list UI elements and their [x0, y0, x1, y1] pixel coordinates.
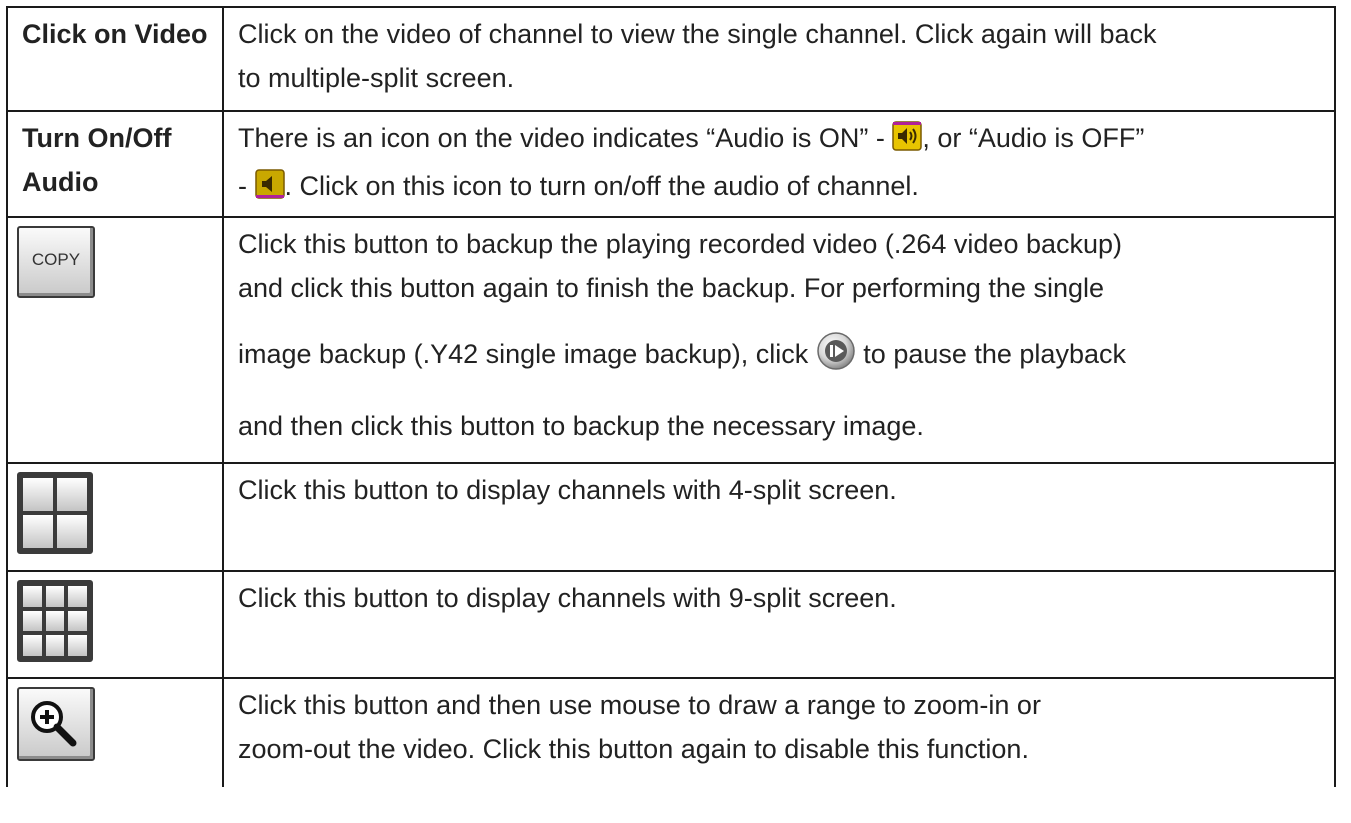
description-cell: Click this button and then use mouse to … [222, 677, 1336, 787]
description-line: zoom-out the video. Click this button ag… [238, 734, 1029, 764]
term-cell: Turn On/Off Audio [6, 110, 224, 218]
table-row: Click on Video Click on the video of cha… [6, 6, 1336, 112]
button-cell [6, 462, 224, 572]
speaker-off-icon [254, 168, 285, 212]
table-row: COPY Click this button to backup the pla… [6, 216, 1336, 464]
term-turn-on-off-audio: Turn On/Off Audio [22, 123, 172, 197]
description-cell: Click this button to backup the playing … [222, 216, 1336, 464]
copy-button[interactable]: COPY [17, 226, 95, 298]
description-text: image backup (.Y42 single image backup),… [238, 339, 816, 369]
document-page: Click on Video Click on the video of cha… [0, 0, 1351, 823]
term-cell: Click on Video [6, 6, 224, 112]
description-line: and then click this button to backup the… [238, 411, 924, 441]
description-line: Click this button to display channels wi… [238, 475, 897, 505]
description-cell: Click this button to display channels wi… [222, 462, 1336, 572]
description-line: Click this button and then use mouse to … [238, 690, 1041, 720]
description-line: to multiple-split screen. [238, 63, 515, 93]
button-cell: COPY [6, 216, 224, 464]
description-line: image backup (.Y42 single image backup),… [238, 322, 1320, 394]
description-text: , or “Audio is OFF” [922, 123, 1145, 153]
four-split-icon[interactable] [17, 472, 93, 554]
button-cell [6, 677, 224, 787]
description-line: - . Click on this icon to turn on/off th… [238, 164, 1320, 212]
description-line: Click this button to display channels wi… [238, 583, 897, 613]
description-text: - [238, 171, 255, 201]
description-cell: Click on the video of channel to view th… [222, 6, 1336, 112]
zoom-in-icon[interactable] [17, 687, 95, 761]
term-click-on-video: Click on Video [22, 19, 208, 49]
table-row: Click this button to display channels wi… [6, 462, 1336, 572]
description-text: . Click on this icon to turn on/off the … [284, 171, 919, 201]
table-row: Turn On/Off Audio There is an icon on th… [6, 110, 1336, 218]
table-row: Click this button and then use mouse to … [6, 677, 1336, 787]
description-text: to pause the playback [855, 339, 1126, 369]
nine-split-icon[interactable] [17, 580, 93, 662]
description-text: There is an icon on the video indicates … [238, 123, 893, 153]
description-cell: Click this button to display channels wi… [222, 570, 1336, 679]
description-cell: There is an icon on the video indicates … [222, 110, 1336, 218]
button-cell [6, 570, 224, 679]
speaker-on-icon [892, 120, 923, 164]
description-line: Click this button to backup the playing … [238, 229, 1123, 259]
description-line: There is an icon on the video indicates … [238, 116, 1320, 164]
play-pause-icon [816, 330, 856, 394]
description-line: Click on the video of channel to view th… [238, 19, 1157, 49]
function-table: Click on Video Click on the video of cha… [6, 6, 1336, 787]
description-line: and click this button again to finish th… [238, 273, 1104, 303]
table-row: Click this button to display channels wi… [6, 570, 1336, 679]
